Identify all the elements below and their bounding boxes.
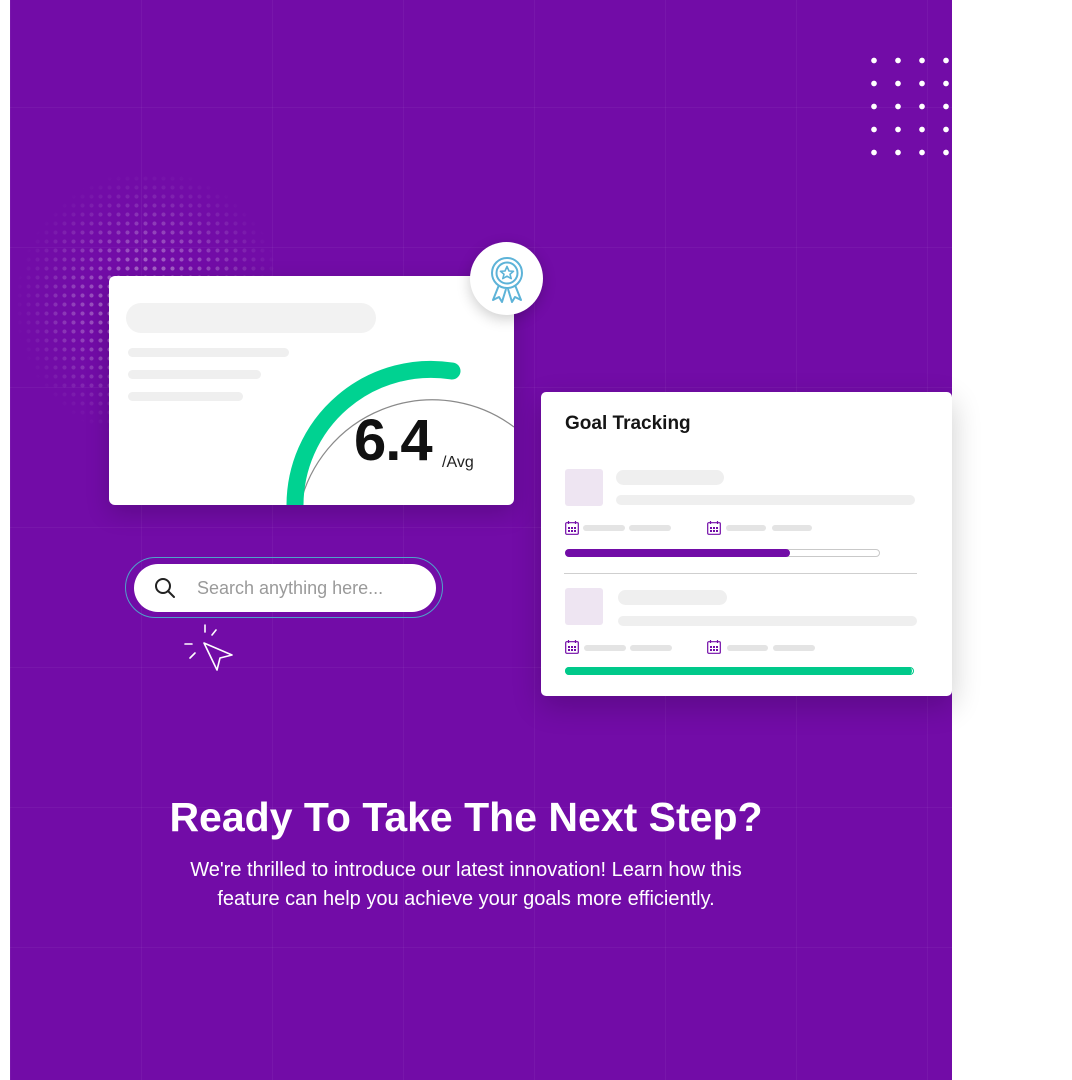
skeleton-line: [773, 645, 815, 651]
divider: [564, 573, 917, 574]
skeleton-line: [616, 495, 915, 505]
goal-tracking-title: Goal Tracking: [565, 413, 691, 434]
cta-description-line-1: We're thrilled to introduce our latest i…: [190, 859, 742, 881]
skeleton-line: [772, 525, 812, 531]
skeleton-line: [616, 470, 724, 485]
goal-progress-fill: [565, 549, 791, 557]
goal-progress-bar: [565, 549, 880, 557]
skeleton-line: [583, 525, 625, 531]
cta-headline: Ready To Take The Next Step?: [169, 794, 763, 840]
skeleton-line: [629, 525, 671, 531]
skeleton-line: [618, 590, 727, 605]
search-input[interactable]: Search anything here...: [134, 564, 436, 612]
score-unit: /Avg: [442, 454, 474, 471]
goal-thumbnail: [565, 469, 603, 506]
search-placeholder: Search anything here...: [197, 578, 384, 598]
calendar-icon: [707, 640, 721, 654]
goal-progress-bar: [565, 667, 914, 675]
skeleton-line: [726, 525, 766, 531]
click-cursor-icon: [184, 624, 233, 671]
skeleton-line: [618, 616, 917, 626]
goal-tracking-card: Goal Tracking: [541, 392, 952, 696]
skeleton-line: [584, 645, 626, 651]
skeleton-line: [630, 645, 672, 651]
award-ribbon-icon: [490, 256, 523, 303]
cta-description-line-2: feature can help you achieve your goals …: [217, 888, 715, 910]
skeleton-line: [727, 645, 768, 651]
goal-thumbnail: [565, 588, 603, 625]
calendar-icon: [565, 640, 579, 654]
score-value: 6.4: [354, 408, 433, 473]
cta-description: We're thrilled to introduce our latest i…: [166, 856, 766, 914]
dot-grid-decoration: [862, 49, 952, 171]
calendar-icon: [707, 521, 721, 535]
goal-progress-fill: [565, 667, 912, 675]
score-card: 6.4 /Avg: [109, 276, 514, 505]
search-icon: [155, 578, 175, 598]
award-badge: [470, 242, 543, 315]
calendar-icon: [565, 521, 579, 535]
